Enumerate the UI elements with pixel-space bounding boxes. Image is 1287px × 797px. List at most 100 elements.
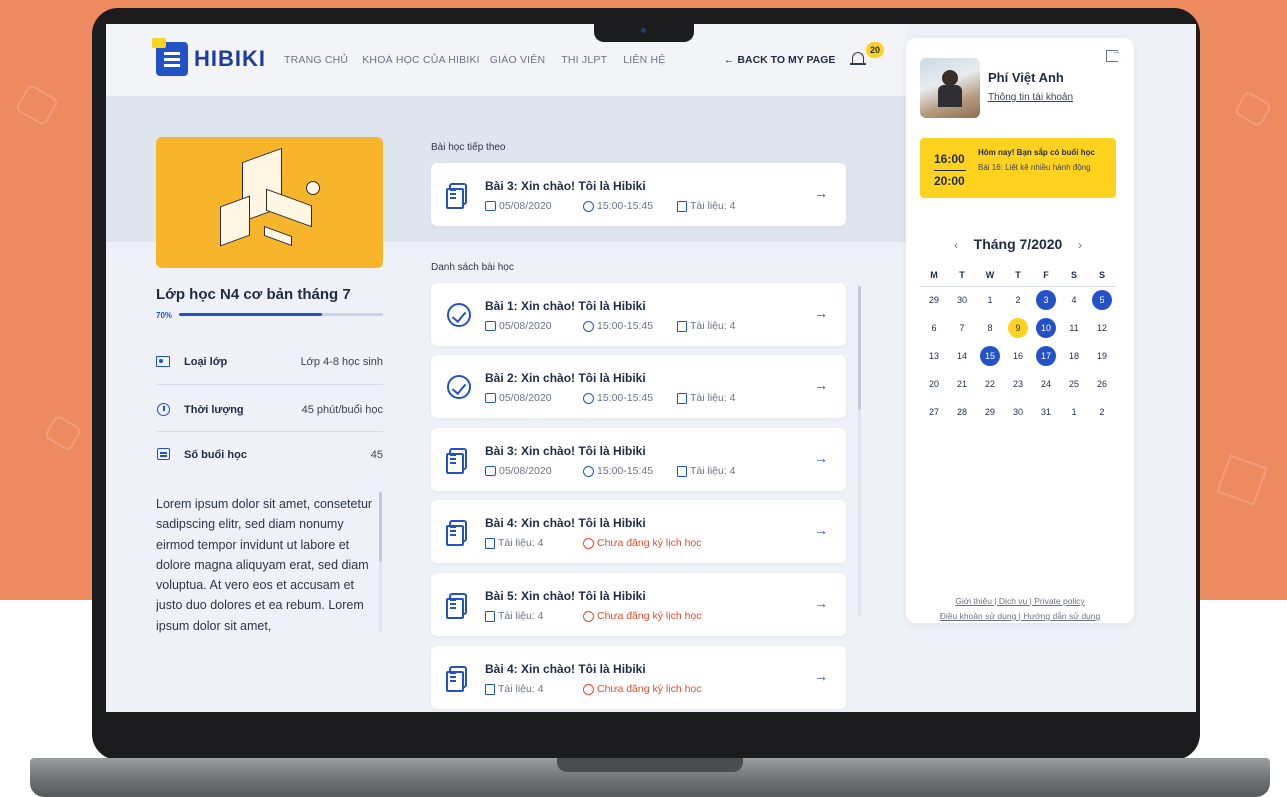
progress-bar-fill [179,313,322,316]
calendar-day[interactable]: 18 [1060,342,1088,370]
calendar-icon [485,201,496,211]
check-circle-icon [447,375,471,399]
lesson-list-item[interactable]: Bài 2: Xin chào! Tôi là Hibiki 05/08/202… [431,355,846,418]
lesson-warning: Chưa đăng ký lịch học [597,683,702,695]
calendar-day-number: 10 [1036,318,1056,338]
calendar-day[interactable]: 9 [1004,314,1032,342]
chevron-right-icon[interactable]: › [1078,238,1082,252]
user-side-panel: Phí Việt Anh Thông tin tài khoản 16:00 2… [906,38,1134,623]
document-icon [446,448,469,474]
calendar-day[interactable]: 4 [1060,286,1088,314]
arrow-right-icon[interactable]: → [814,522,828,538]
calendar-day[interactable]: 11 [1060,314,1088,342]
calendar-divider [920,286,1116,287]
calendar-day[interactable]: 17 [1032,342,1060,370]
scrollbar-thumb[interactable] [858,286,861,410]
lesson-list-item[interactable]: Bài 3: Xin chào! Tôi là Hibiki 05/08/202… [431,428,846,491]
lesson-meta: 05/08/2020 15:00-15:45 Tài liệu: 4 [485,465,736,477]
calendar-day[interactable]: 8 [976,314,1004,342]
calendar-day[interactable]: 22 [976,370,1004,398]
back-to-my-page-link[interactable]: ← BACK TO MY PAGE [724,54,835,66]
calendar-day[interactable]: 13 [920,342,948,370]
calendar-day[interactable]: 27 [920,398,948,426]
calendar-day[interactable]: 21 [948,370,976,398]
progress-percent: 70% [156,311,173,320]
calendar-day[interactable]: 2 [1004,286,1032,314]
calendar-day[interactable]: 14 [948,342,976,370]
calendar-day[interactable]: 28 [948,398,976,426]
calendar-day[interactable]: 24 [1032,370,1060,398]
calendar-day[interactable]: 29 [920,286,948,314]
calendar-day[interactable]: 23 [1004,370,1032,398]
calendar-day[interactable]: 26 [1088,370,1116,398]
footer-links-row-2[interactable]: Điều khoản sử dụng | Hướng dẫn sử dụng [920,609,1120,624]
footer-links-row-1[interactable]: Giới thiệu | Dịch vụ | Private policy [920,594,1120,609]
calendar-day-number: 5 [1092,290,1112,310]
info-label: Loại lớp [184,356,228,368]
lesson-list-scrollbar[interactable] [858,286,861,616]
lesson-list-item[interactable]: Bài 5: Xin chào! Tôi là Hibiki Tài liệu:… [431,573,846,636]
calendar-day-number: 11 [1069,323,1079,333]
calendar-day[interactable]: 31 [1032,398,1060,426]
today-reminder[interactable]: 16:00 20:00 Hôm nay! Bạn sắp có buổi học… [920,138,1116,198]
lesson-list-item[interactable]: Bài 4: Xin chào! Tôi là Hibiki Tài liệu:… [431,646,846,709]
arrow-right-icon[interactable]: → [814,668,828,684]
calendar-day[interactable]: 15 [976,342,1004,370]
calendar-day[interactable]: 5 [1088,286,1116,314]
logout-icon[interactable] [1106,46,1121,62]
arrow-right-icon[interactable]: → [814,595,828,611]
calendar-day[interactable]: 6 [920,314,948,342]
background-hexagon [14,83,60,127]
next-lesson-card[interactable]: Bài 3: Xin chào! Tôi là Hibiki 05/08/202… [431,163,846,226]
course-illustration [156,137,383,268]
calendar-day-number: 12 [1096,323,1107,333]
calendar-icon [485,321,496,331]
calendar-day[interactable]: 1 [976,286,1004,314]
calendar-day[interactable]: 29 [976,398,1004,426]
calendar-day[interactable]: 3 [1032,286,1060,314]
nav-item-contact[interactable]: LIÊN HỆ [623,54,665,66]
account-info-link[interactable]: Thông tin tài khoản [988,92,1073,103]
next-lesson-heading: Bài học tiếp theo [431,142,506,153]
calendar-day[interactable]: 7 [948,314,976,342]
hibiki-logo[interactable]: HIBIKI [152,38,266,76]
calendar-day[interactable]: 19 [1088,342,1116,370]
scrollbar-thumb[interactable] [379,492,382,562]
calendar-day[interactable]: 30 [1004,398,1032,426]
calendar-day[interactable]: 12 [1088,314,1116,342]
arrow-right-icon[interactable]: → [814,377,828,393]
calendar-day[interactable]: 10 [1032,314,1060,342]
calendar-month-title: Tháng 7/2020 [973,236,1063,252]
lesson-docs: Tài liệu: 4 [498,537,544,549]
lesson-list-item[interactable]: Bài 1: Xin chào! Tôi là Hibiki 05/08/202… [431,283,846,346]
lesson-time: 15:00-15:45 [597,320,654,332]
calendar-day-number: 18 [1068,351,1079,361]
arrow-right-icon[interactable]: → [814,305,828,321]
calendar-day[interactable]: 1 [1060,398,1088,426]
description-scrollbar[interactable] [379,492,382,632]
calendar-day[interactable]: 2 [1088,398,1116,426]
arrow-right-icon[interactable]: → [814,450,828,466]
app-screen: HIBIKI TRANG CHỦ KHOÁ HỌC CỦA HIBIKI GIÁ… [106,24,1196,712]
nav-item-home[interactable]: TRANG CHỦ [284,54,348,66]
nav-item-teachers[interactable]: GIÁO VIÊN [490,54,545,66]
lesson-docs: Tài liệu: 4 [690,392,736,404]
calendar-day-number: 31 [1040,407,1051,417]
calendar-day[interactable]: 16 [1004,342,1032,370]
info-row-duration: Thời lượng 45 phút/buổi học [156,398,383,422]
nav-item-jlpt[interactable]: THI JLPT [561,54,607,66]
lesson-meta: Tài liệu: 4 Chưa đăng ký lịch học [485,537,702,549]
illustration-book-shape [266,188,312,228]
calendar-day[interactable]: 20 [920,370,948,398]
avatar[interactable] [920,58,980,118]
weekday-label: S [1070,270,1077,280]
calendar-day-number: 29 [984,407,995,417]
document-icon [446,666,469,692]
notification-badge: 20 [866,42,884,58]
calendar-day[interactable]: 30 [948,286,976,314]
arrow-right-icon[interactable]: → [814,185,828,201]
lesson-list-item[interactable]: Bài 4: Xin chào! Tôi là Hibiki Tài liệu:… [431,500,846,563]
calendar-day[interactable]: 25 [1060,370,1088,398]
nav-item-courses[interactable]: KHOÁ HỌC CỦA HIBIKI [362,54,480,66]
notification-bell-icon[interactable] [850,50,866,68]
